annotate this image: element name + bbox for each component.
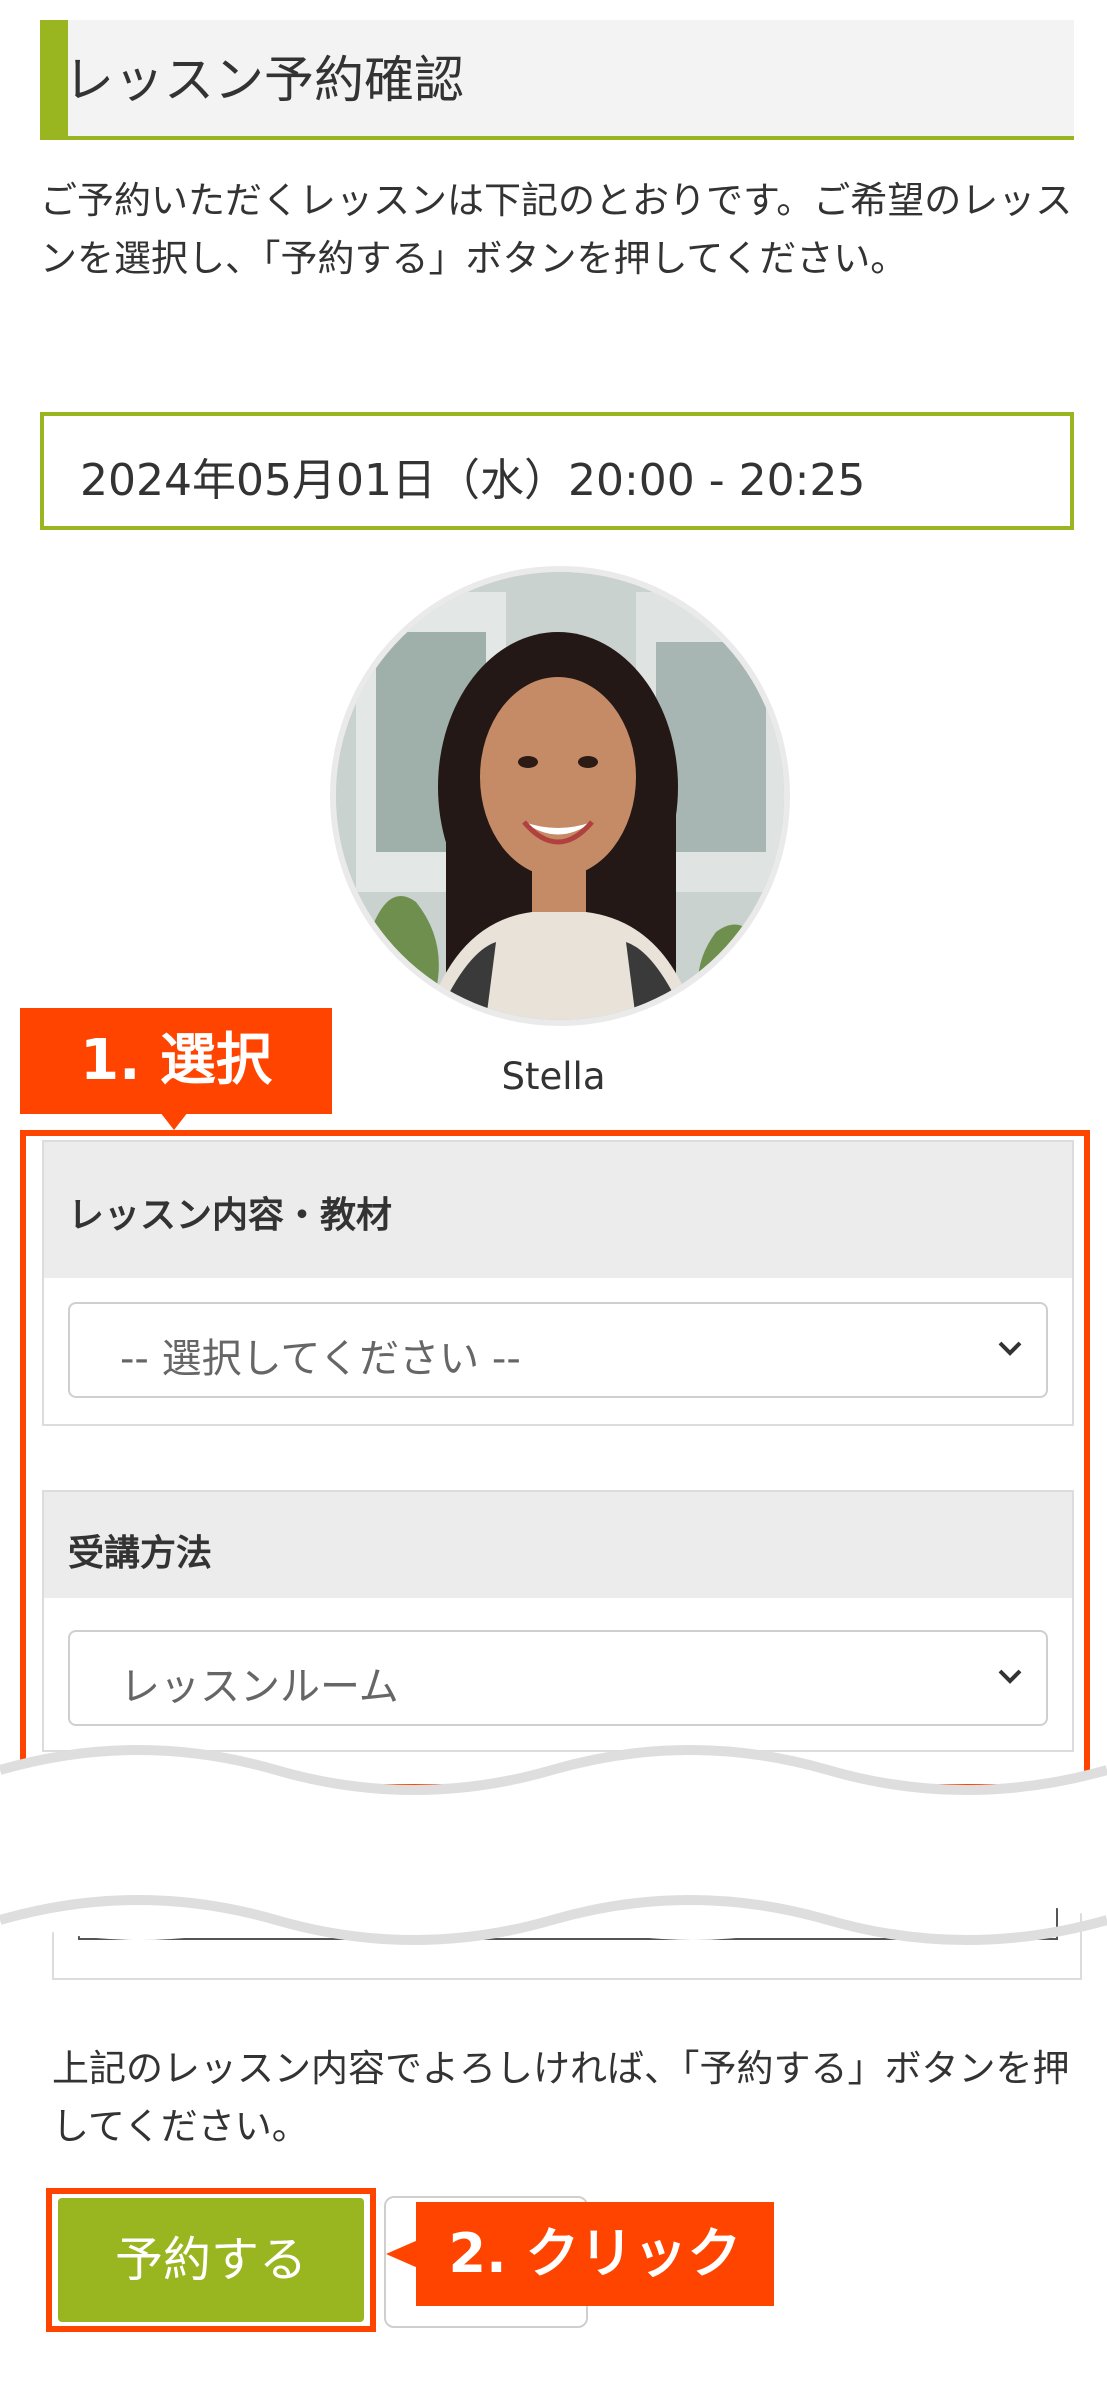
lesson-method-panel: 受講方法 レッスンルーム xyxy=(42,1490,1074,1752)
lesson-content-select[interactable]: -- 選択してください -- xyxy=(68,1302,1048,1398)
lesson-content-selected: -- 選択してください -- xyxy=(120,1336,521,1382)
chevron-down-icon xyxy=(998,1669,1022,1684)
lesson-datetime-box: 2024年05月01日（水）20:00 - 20:25 xyxy=(40,412,1074,530)
lesson-content-label: レッスン内容・教材 xyxy=(68,1195,393,1236)
panel-header: レッスン内容・教材 xyxy=(44,1142,1072,1278)
callout-step-select: 1. 選択 xyxy=(20,1008,332,1114)
lesson-method-select[interactable]: レッスンルーム xyxy=(68,1630,1048,1726)
lesson-content-panel: レッスン内容・教材 -- 選択してください -- xyxy=(42,1140,1074,1426)
tutor-photo xyxy=(336,572,784,1020)
tutor-avatar xyxy=(330,566,790,1026)
callout-arrow xyxy=(160,1112,188,1130)
panel-header: 受講方法 xyxy=(44,1492,1072,1598)
lesson-method-selected: レッスンルーム xyxy=(120,1664,399,1710)
confirm-text: 上記のレッスン内容でよろしければ、「予約する」ボタンを押してください。 xyxy=(52,2047,1070,2148)
omission-wave xyxy=(0,1745,1107,1945)
reserve-button[interactable]: 予約する xyxy=(58,2198,364,2322)
lesson-datetime: 2024年05月01日（水）20:00 - 20:25 xyxy=(80,455,866,506)
callout-arrow xyxy=(386,2240,418,2268)
chevron-down-icon xyxy=(998,1341,1022,1356)
intro-text: ご予約いただくレッスンは下記のとおりです。ご希望のレッスンを選択し、「予約する」… xyxy=(40,179,1073,280)
callout-step-click: 2. クリック xyxy=(416,2202,774,2306)
lesson-method-label: 受講方法 xyxy=(68,1533,213,1574)
page-title: レッスン予約確認 xyxy=(64,51,464,109)
